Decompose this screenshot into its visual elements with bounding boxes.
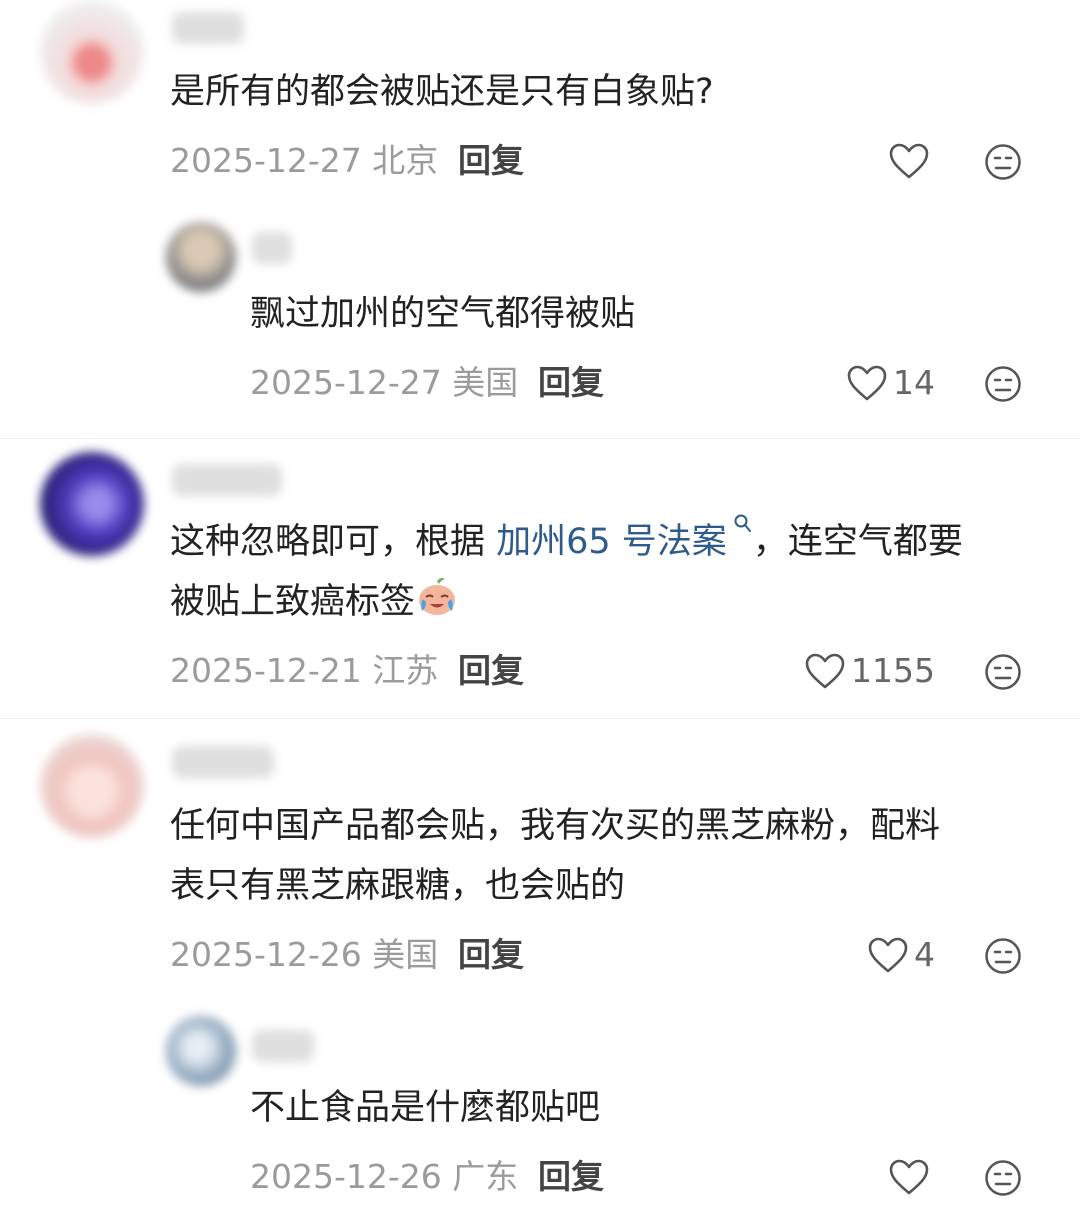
comment-text-part: 这种忽略即可，根据	[170, 522, 497, 562]
avatar[interactable]	[166, 1016, 236, 1086]
comment-text: 任何中国产品都会贴，我有次买的黑芝麻粉，配料	[170, 806, 941, 846]
comment-text: 是所有的都会被贴还是只有白象贴?	[170, 72, 714, 112]
username[interactable]	[172, 12, 244, 44]
username[interactable]	[252, 1030, 314, 1062]
comment-meta: 2025-12-26 广东 回复	[0, 1152, 1080, 1202]
comment-date-location: 2025-12-26 美国	[170, 935, 439, 974]
comment-date-location: 2025-12-27 北京	[170, 141, 439, 180]
heart-outline-icon	[889, 1159, 929, 1195]
neutral-face-icon[interactable]	[984, 1159, 1022, 1197]
neutral-face-icon[interactable]	[984, 365, 1022, 403]
like-button[interactable]: 14	[847, 358, 935, 408]
reply-text: 不止食品是什麼都贴吧	[250, 1088, 601, 1128]
search-link-icon[interactable]	[733, 513, 753, 535]
username[interactable]	[172, 746, 274, 778]
comment-text: 这种忽略即可，根据 加州65 号法案 ，连空气都要	[170, 512, 963, 572]
comment-text: 表只有黑芝麻跟糖，也会贴的	[170, 866, 626, 906]
comment-meta: 2025-12-27 北京 回复	[0, 136, 1080, 186]
divider	[0, 438, 1080, 439]
divider	[0, 718, 1080, 719]
comment-meta: 2025-12-27 美国 回复 14	[0, 358, 1080, 408]
avatar[interactable]	[40, 452, 144, 556]
reply-button[interactable]: 回复	[538, 358, 604, 408]
comment-date-location: 2025-12-21 江苏	[170, 651, 439, 690]
neutral-face-icon[interactable]	[984, 937, 1022, 975]
like-button[interactable]	[889, 1152, 935, 1202]
comment-text-part: 被贴上致癌标签	[170, 582, 416, 622]
heart-outline-icon	[868, 937, 908, 973]
neutral-face-icon[interactable]	[984, 143, 1022, 181]
like-count: 1155	[851, 651, 935, 690]
comment-section: 是所有的都会被贴还是只有白象贴? 2025-12-27 北京 回复 飘过加州的空…	[0, 0, 1080, 1210]
law-link[interactable]: 加州65 号法案	[496, 522, 727, 562]
heart-outline-icon	[805, 653, 845, 689]
like-button[interactable]: 1155	[805, 646, 935, 696]
comment-date-location: 2025-12-27 美国	[250, 363, 519, 402]
comment-date-location: 2025-12-26 广东	[250, 1157, 519, 1196]
like-button[interactable]	[889, 136, 935, 186]
reply-button[interactable]: 回复	[458, 136, 524, 186]
neutral-face-icon[interactable]	[984, 653, 1022, 691]
reply-button[interactable]: 回复	[458, 930, 524, 980]
comment-meta: 2025-12-26 美国 回复 4	[0, 930, 1080, 980]
avatar[interactable]	[166, 222, 236, 292]
like-button[interactable]: 4	[868, 930, 935, 980]
heart-outline-icon	[847, 365, 887, 401]
comment-text: 被贴上致癌标签	[170, 572, 459, 632]
heart-outline-icon	[889, 143, 929, 179]
username[interactable]	[172, 464, 282, 496]
comment-meta: 2025-12-21 江苏 回复 1155	[0, 646, 1080, 696]
reply-button[interactable]: 回复	[538, 1152, 604, 1202]
reply-button[interactable]: 回复	[458, 646, 524, 696]
crying-laughing-emoji	[415, 575, 459, 619]
like-count: 4	[914, 935, 935, 974]
reply-text: 飘过加州的空气都得被贴	[250, 294, 636, 334]
avatar[interactable]	[40, 0, 144, 104]
like-count: 14	[893, 363, 935, 402]
avatar[interactable]	[40, 734, 144, 838]
comment-text-part: ，连空气都要	[752, 522, 963, 562]
username[interactable]	[252, 232, 292, 264]
